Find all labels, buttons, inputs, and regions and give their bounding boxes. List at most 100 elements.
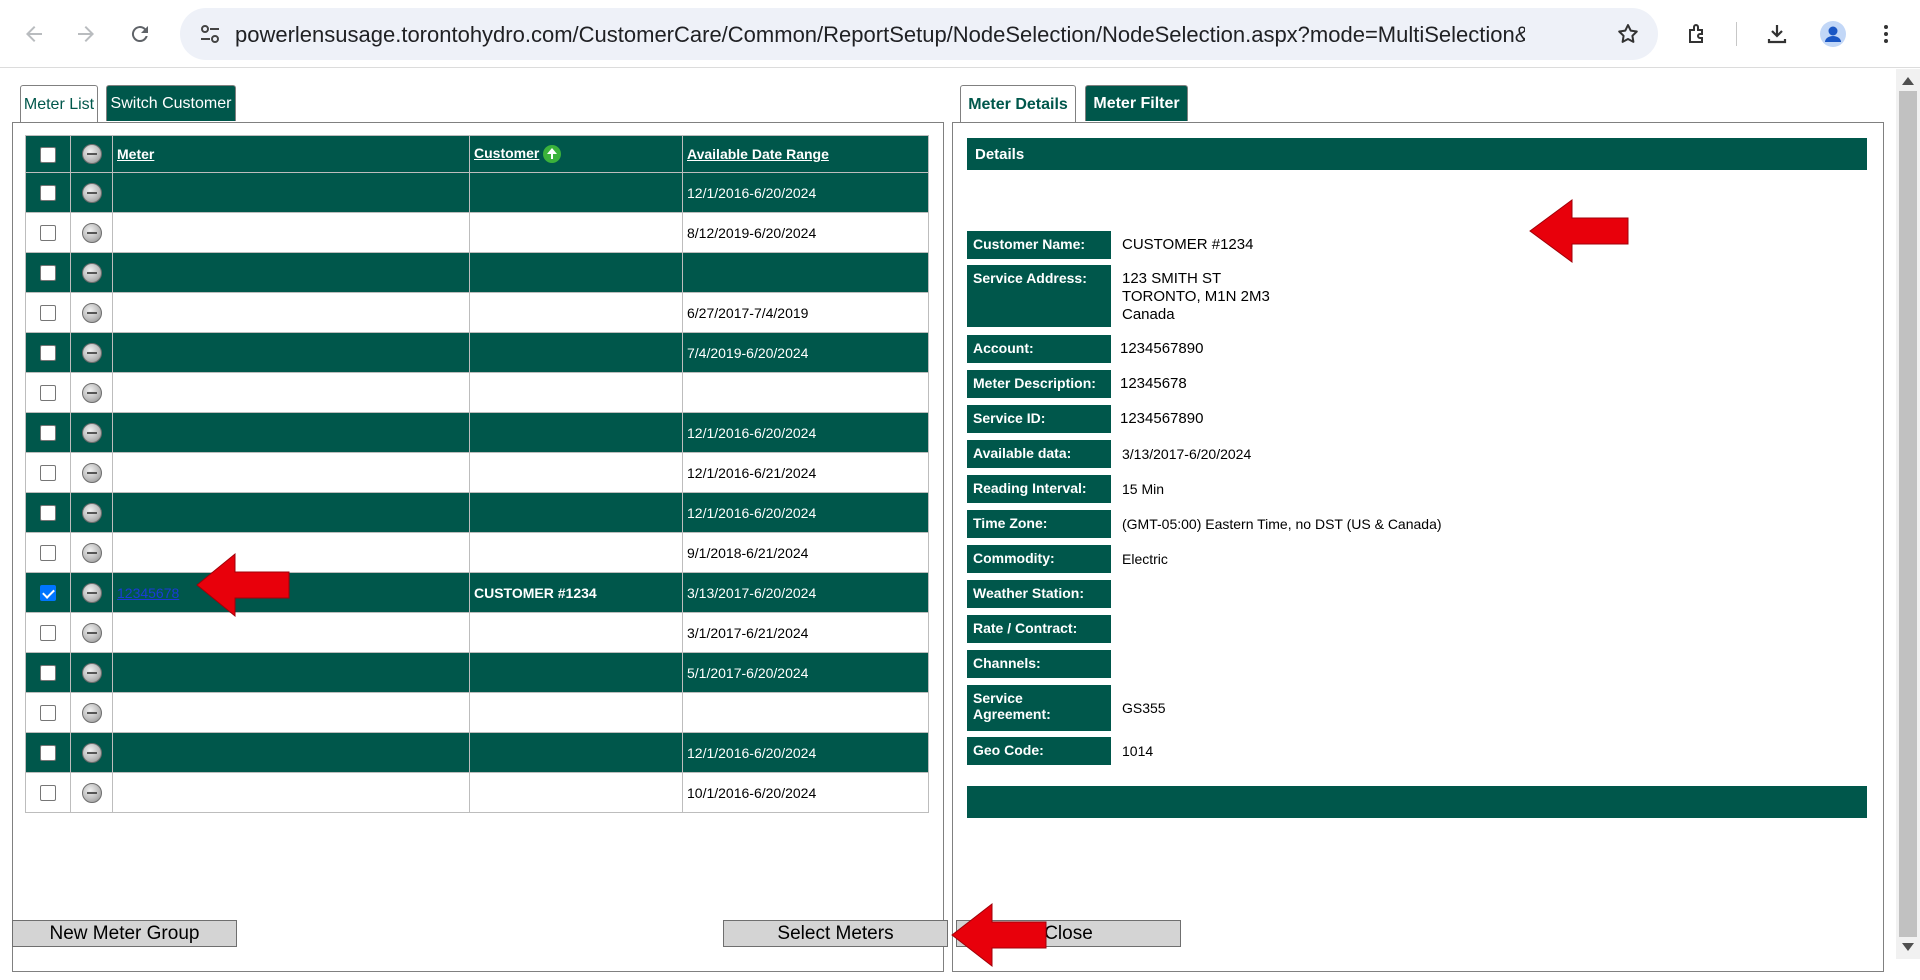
meter-icon[interactable] <box>81 302 102 323</box>
scrollbar-thumb[interactable] <box>1899 91 1917 937</box>
extensions-icon[interactable] <box>1676 12 1720 56</box>
meter-icon[interactable] <box>81 422 102 443</box>
detail-value: Electric <box>1122 551 1168 567</box>
detail-label: Service Agreement: <box>967 685 1111 731</box>
meter-cell <box>112 332 470 373</box>
row-checkbox[interactable] <box>40 785 56 802</box>
back-icon[interactable] <box>12 12 56 56</box>
row-checkbox[interactable] <box>40 225 56 242</box>
table-row[interactable]: 12/1/2016-6/20/2024 <box>25 172 929 213</box>
meter-icon[interactable] <box>81 742 102 763</box>
column-header-customer[interactable]: Customer <box>469 135 683 173</box>
details-footer-bar <box>967 786 1867 818</box>
meter-icon[interactable] <box>81 342 102 363</box>
meter-cell <box>112 212 470 253</box>
row-select-cell <box>25 652 71 693</box>
customer-cell <box>469 732 683 773</box>
sort-ascending-icon[interactable] <box>543 145 562 164</box>
meter-icon[interactable] <box>81 662 102 683</box>
meter-icon[interactable] <box>81 182 102 203</box>
reload-icon[interactable] <box>118 12 162 56</box>
meter-link[interactable]: 12345678 <box>117 585 179 601</box>
detail-value: GS355 <box>1122 700 1166 716</box>
row-checkbox[interactable] <box>40 465 56 482</box>
tab-meter-filter[interactable]: Meter Filter <box>1085 85 1188 121</box>
page-scrollbar[interactable] <box>1896 69 1920 959</box>
table-row[interactable]: 3/1/2017-6/21/2024 <box>25 612 929 653</box>
scroll-down-arrow-icon[interactable] <box>1902 943 1914 951</box>
table-row[interactable]: 9/1/2018-6/21/2024 <box>25 532 929 573</box>
table-row[interactable]: 12345678 CUSTOMER #1234 3/13/2017-6/20/202… <box>25 572 929 613</box>
meter-icon[interactable] <box>81 382 102 403</box>
row-checkbox[interactable] <box>40 545 56 562</box>
customer-cell <box>469 332 683 373</box>
row-checkbox[interactable] <box>40 625 56 642</box>
date-range-cell <box>682 692 929 733</box>
table-row[interactable]: 12/1/2016-6/20/2024 <box>25 732 929 773</box>
site-settings-icon[interactable] <box>194 18 226 50</box>
date-range-cell: 10/1/2016-6/20/2024 <box>682 772 929 813</box>
table-row[interactable] <box>25 692 929 733</box>
profile-avatar-icon[interactable] <box>1811 12 1855 56</box>
meter-icon[interactable] <box>81 542 102 563</box>
date-range-cell <box>682 252 929 293</box>
row-icon-cell <box>70 652 113 693</box>
detail-value: CUSTOMER #1234 <box>1122 236 1254 253</box>
meter-icon[interactable] <box>81 702 102 723</box>
tab-meter-list[interactable]: Meter List <box>20 85 98 123</box>
scroll-up-arrow-icon[interactable] <box>1902 77 1914 85</box>
date-range-cell: 8/12/2019-6/20/2024 <box>682 212 929 253</box>
browser-toolbar: powerlensusage.torontohydro.com/Customer… <box>0 0 1920 68</box>
meter-icon[interactable] <box>81 622 102 643</box>
column-header-meter[interactable]: Meter <box>112 135 470 173</box>
table-row[interactable]: 6/27/2017-7/4/2019 <box>25 292 929 333</box>
detail-value: 1234567890 <box>1120 340 1204 357</box>
row-select-cell <box>25 452 71 493</box>
customer-cell <box>469 692 683 733</box>
date-range-cell: 12/1/2016-6/20/2024 <box>682 172 929 213</box>
row-checkbox[interactable] <box>40 305 56 322</box>
table-row[interactable] <box>25 372 929 413</box>
table-row[interactable]: 12/1/2016-6/20/2024 <box>25 492 929 533</box>
meter-icon[interactable] <box>81 222 102 243</box>
row-checkbox[interactable] <box>40 345 56 362</box>
table-row[interactable]: 5/1/2017-6/20/2024 <box>25 652 929 693</box>
tab-meter-details[interactable]: Meter Details <box>960 85 1076 123</box>
row-checkbox[interactable] <box>40 745 56 762</box>
table-row[interactable]: 7/4/2019-6/20/2024 <box>25 332 929 373</box>
row-checkbox[interactable] <box>40 385 56 402</box>
row-checkbox[interactable] <box>40 265 56 282</box>
meter-icon[interactable] <box>81 262 102 283</box>
row-checkbox[interactable] <box>40 505 56 522</box>
meter-icon[interactable] <box>81 582 102 603</box>
select-all-checkbox[interactable] <box>40 146 56 163</box>
select-meters-button[interactable]: Select Meters <box>723 920 948 947</box>
table-row[interactable]: 12/1/2016-6/21/2024 <box>25 452 929 493</box>
meter-cell: 12345678 <box>112 572 470 613</box>
row-checkbox[interactable] <box>40 665 56 682</box>
meter-icon[interactable] <box>81 782 102 803</box>
customer-cell <box>469 172 683 213</box>
red-arrow-annotation-icon <box>1529 199 1629 263</box>
browser-menu-icon[interactable] <box>1864 12 1908 56</box>
url-text[interactable]: powerlensusage.torontohydro.com/Customer… <box>235 22 1525 48</box>
table-row[interactable]: 12/1/2016-6/20/2024 <box>25 412 929 453</box>
row-checkbox[interactable] <box>40 425 56 442</box>
column-header-date-range[interactable]: Available Date Range <box>682 135 929 173</box>
row-checkbox[interactable] <box>40 185 56 202</box>
red-arrow-annotation-icon <box>196 552 290 618</box>
new-meter-group-button[interactable]: New Meter Group <box>12 920 237 947</box>
table-row[interactable]: 10/1/2016-6/20/2024 <box>25 772 929 813</box>
forward-icon[interactable] <box>64 12 108 56</box>
meter-icon[interactable] <box>81 462 102 483</box>
row-checkbox[interactable] <box>40 705 56 722</box>
address-bar[interactable]: powerlensusage.torontohydro.com/Customer… <box>180 8 1658 60</box>
download-icon[interactable] <box>1755 12 1799 56</box>
tab-switch-customer[interactable]: Switch Customer <box>106 85 236 121</box>
table-row[interactable]: 8/12/2019-6/20/2024 <box>25 212 929 253</box>
row-checkbox[interactable] <box>40 585 56 602</box>
meter-icon[interactable] <box>81 502 102 523</box>
detail-label: Available data: <box>967 440 1111 468</box>
bookmark-star-icon[interactable] <box>1612 18 1644 50</box>
table-row[interactable] <box>25 252 929 293</box>
